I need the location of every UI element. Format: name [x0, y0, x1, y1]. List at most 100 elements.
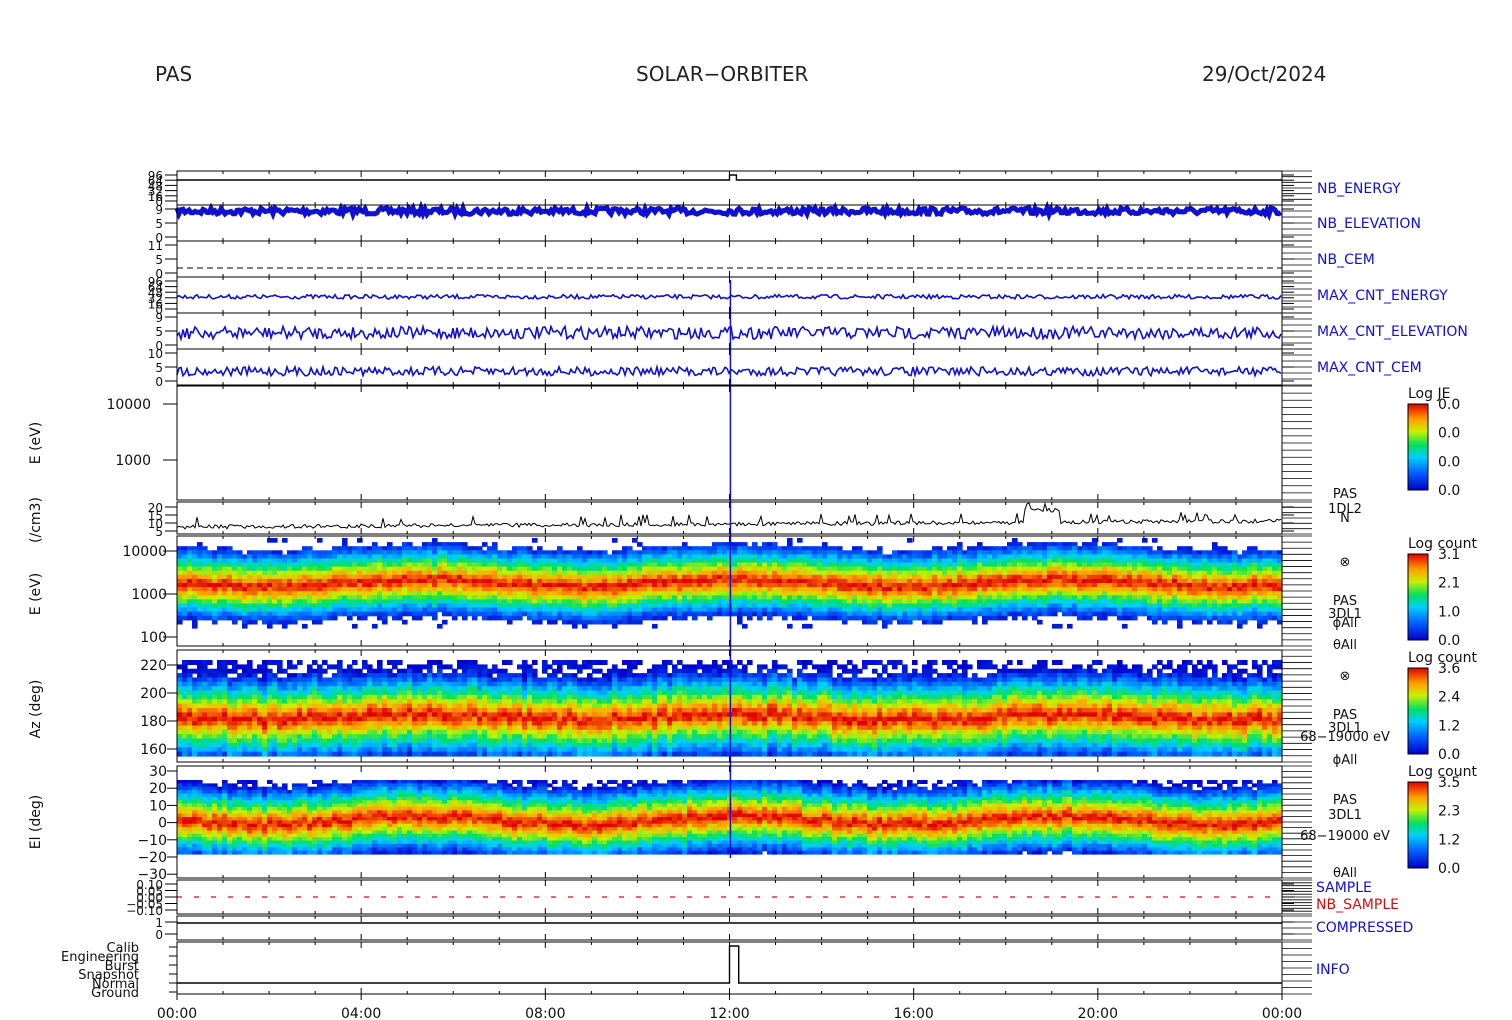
spectrogram-cell [392, 699, 398, 705]
spectrogram-cell [827, 595, 833, 600]
spectrogram-cell [377, 742, 383, 748]
spectrogram-cell [317, 611, 323, 617]
spectrogram-cell [917, 570, 923, 576]
spectrogram-cell [907, 599, 913, 605]
spectrogram-cell [1087, 603, 1093, 609]
spectrogram-cell [482, 607, 488, 613]
spectrogram-cell [747, 554, 753, 560]
spectrogram-cell [297, 716, 303, 722]
spectrogram-cell [762, 603, 768, 609]
spectrogram-cell [862, 578, 868, 584]
spectrogram-cell [347, 574, 353, 580]
spectrogram-cell [1172, 558, 1178, 564]
spectrogram-cell [707, 574, 713, 580]
spectrogram-cell [997, 595, 1003, 600]
spectrogram-cell [812, 591, 818, 596]
spectrogram-cell [1122, 546, 1128, 551]
spectrogram-cell [747, 570, 753, 576]
spectrogram-cell [637, 578, 643, 584]
spectrogram-cell [227, 708, 233, 713]
spectrogram-cell [222, 729, 228, 735]
spectrogram-cell [392, 742, 398, 748]
spectrogram-cell [452, 554, 458, 560]
spectrogram-cell [982, 587, 988, 592]
spectrogram-cell [417, 599, 423, 605]
spectrogram-cell [1127, 611, 1133, 617]
spectrogram-cell [192, 712, 198, 718]
spectrogram-cell [1147, 578, 1153, 584]
spectrogram-cell [1112, 603, 1118, 609]
spectrogram-cell [372, 699, 378, 705]
spectrogram-cell [397, 587, 403, 592]
spectrogram-cell [1087, 566, 1093, 572]
spectrogram-cell [487, 566, 493, 572]
spectrogram-cell [1032, 603, 1038, 609]
spectrogram-cell [212, 673, 218, 679]
spectrogram-cell [1172, 554, 1178, 560]
spectrogram-cell [1147, 583, 1153, 588]
spectrogram-cell [652, 623, 658, 629]
spectrogram-cell [287, 591, 293, 596]
spectrogram-cell [872, 619, 878, 625]
spectrogram-cell [702, 546, 708, 551]
spectrogram-cell [642, 599, 648, 605]
spectrogram-cell [527, 570, 533, 576]
spectrogram-cell [897, 611, 903, 617]
spectrogram-cell [547, 595, 553, 600]
spectrogram-cell [532, 554, 538, 560]
spectrogram-cell [1182, 611, 1188, 617]
spectrogram-cell [462, 566, 468, 572]
spectrogram-cell [182, 734, 188, 740]
spectrogram-cell [1102, 587, 1108, 592]
spectrogram-cell [432, 595, 438, 600]
spectrogram-cell [262, 607, 268, 613]
spectrogram-cell [997, 607, 1003, 613]
spectrogram-cell [837, 615, 843, 621]
spectrogram-cell [1192, 574, 1198, 580]
spectrogram-cell [927, 562, 933, 568]
spectrogram-cell [512, 566, 518, 572]
spectrogram-cell [297, 677, 303, 683]
spectrogram-cell [592, 570, 598, 576]
spectrogram-cell [297, 562, 303, 568]
spectrogram-cell [1012, 554, 1018, 560]
spectrogram-cell [1182, 607, 1188, 613]
spectrogram-cell [252, 686, 258, 692]
spectrogram-cell [482, 587, 488, 592]
spectrogram-cell [482, 599, 488, 605]
spectrogram-cell [597, 603, 603, 609]
spectrogram-cell [1177, 603, 1183, 609]
spectrogram-cell [1057, 562, 1063, 568]
spectrogram-cell [332, 690, 338, 696]
spectrogram-cell [377, 664, 383, 670]
spectrogram-cell [262, 708, 268, 713]
spectrogram-cell [912, 570, 918, 576]
spectrogram-cell [962, 562, 968, 568]
spectrogram-cell [927, 619, 933, 625]
spectrogram-cell [362, 677, 368, 683]
spectrogram-cell [487, 591, 493, 596]
spectrogram-cell [197, 664, 203, 670]
spectrogram-cell [182, 566, 188, 572]
spectrogram-cell [592, 591, 598, 596]
spectrogram-cell [347, 664, 353, 670]
spectrogram-cell [217, 550, 223, 555]
spectrogram-cell [242, 554, 248, 560]
spectrogram-cell [432, 599, 438, 605]
spectrogram-cell [242, 591, 248, 596]
spectrogram-cell [632, 538, 638, 543]
spectrogram-cell [1267, 587, 1273, 592]
spectrogram-cell [322, 570, 328, 576]
spectrogram-cell [317, 721, 323, 727]
spectrogram-cell [922, 578, 928, 584]
spectrogram-cell [1102, 615, 1108, 621]
spectrogram-cell [387, 681, 393, 687]
spectrogram-cell [1272, 591, 1278, 596]
spectrogram-cell [547, 578, 553, 584]
spectrogram-cell [527, 603, 533, 609]
spectrogram-cell [457, 566, 463, 572]
spectrogram-cell [1217, 566, 1223, 572]
spectrogram-cell [1027, 574, 1033, 580]
spectrogram-cell [1037, 603, 1043, 609]
spectrogram-cell [827, 546, 833, 551]
